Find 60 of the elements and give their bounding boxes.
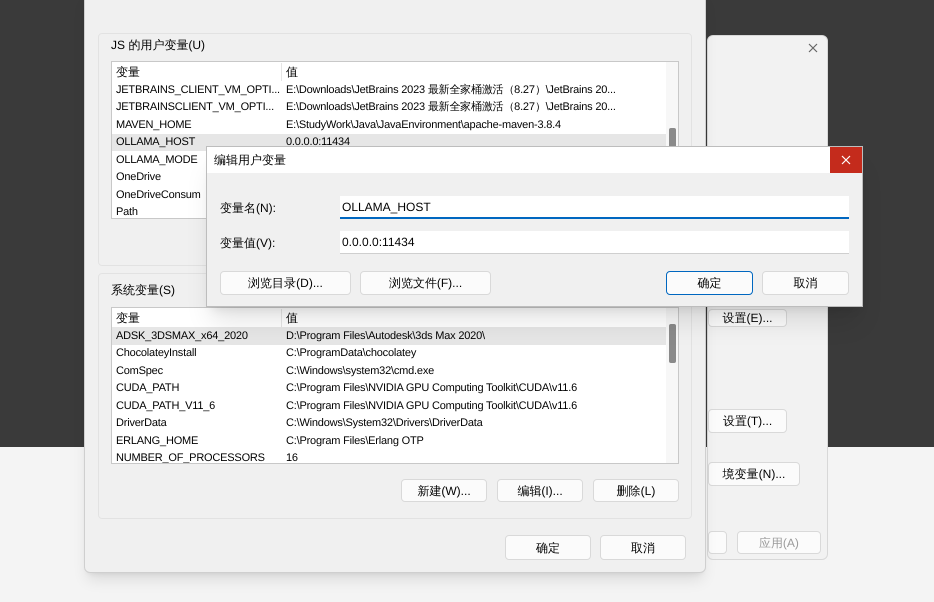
button[interactable]: 确定 [666, 271, 753, 295]
button[interactable]: 取消 [600, 535, 686, 560]
group-label: JS 的用户变量(U) [111, 37, 205, 53]
button[interactable]: 取消 [762, 271, 849, 295]
list-row[interactable]: JETBRAINS_CLIENT_VM_OPTI... E:\Downloads\JetBrains 2023 最新全家桶激活（8.27）\JetBrains 20... [112, 81, 666, 98]
variable-value: E:\Downloads\JetBrains 2023 最新全家桶激活（8.27）\JetBrains 20... [285, 100, 616, 114]
list-row[interactable]: ComSpec C:\Windows\system32\cmd.exe [112, 362, 666, 380]
variable-value: E:\Downloads\JetBrains 2023 最新全家桶激活（8.27）\JetBrains 20... [285, 82, 616, 97]
list-row[interactable]: ADSK_3DSMAX_x64_2020 D:\Program Files\Autodesk\3ds Max 2020\ [112, 327, 666, 344]
variable-value: E:\StudyWork\Java\JavaEnvironment\apache-maven-3.8.4 [285, 118, 561, 132]
input-field[interactable]: OLLAMA_HOST [340, 196, 849, 219]
variable-name: ADSK_3DSMAX_x64_2020 [116, 328, 248, 343]
column-header[interactable]: 变量 [112, 62, 282, 80]
close-button[interactable] [830, 147, 862, 173]
variable-value: C:\Windows\system32\cmd.exe [285, 364, 434, 378]
variable-name: DriverData [116, 416, 167, 430]
dialog-title: 编辑用户变量 [213, 152, 287, 169]
input-field[interactable]: 0.0.0.0:11434 [340, 231, 849, 254]
variable-name: OneDrive [116, 170, 161, 184]
variable-value: C:\Windows\System32\Drivers\DriverData [285, 416, 483, 430]
list-row[interactable]: ChocolateyInstall C:\ProgramData\chocolatey [112, 344, 666, 362]
button[interactable]: 设置(T)... [708, 409, 787, 433]
list-row[interactable]: DriverData C:\Windows\System32\Drivers\DriverData [112, 414, 666, 432]
variable-value: C:\Program Files\Erlang OTP [285, 434, 424, 448]
button[interactable]: 新建(W)... [401, 479, 487, 502]
list-row[interactable]: ERLANG_HOME C:\Program Files\Erlang OTP [112, 432, 666, 450]
variable-name: ChocolateyInstall [116, 346, 196, 360]
variable-value: 16 [285, 451, 298, 463]
column-header[interactable]: 值 [282, 62, 298, 80]
variable-value: C:\ProgramData\chocolatey [285, 346, 416, 360]
list-row[interactable]: JETBRAINSCLIENT_VM_OPTI... E:\Downloads\JetBrains 2023 最新全家桶激活（8.27）\JetBrains 20... [112, 98, 666, 116]
list-row[interactable]: CUDA_PATH C:\Program Files\NVIDIA GPU Computing Toolkit\CUDA\v11.6 [112, 380, 666, 397]
button[interactable]: 浏览文件(F)... [360, 271, 491, 295]
variable-name: MAVEN_HOME [116, 118, 192, 132]
list-row[interactable]: CUDA_PATH_V11_6 C:\Program Files\NVIDIA GPU Computing Toolkit\CUDA\v11.6 [112, 397, 666, 414]
variable-name: CUDA_PATH_V11_6 [116, 398, 216, 413]
group-label: 系统变量(S) [111, 282, 175, 298]
field-label: 变量值(V): [220, 234, 276, 252]
variable-name: JETBRAINS_CLIENT_VM_OPTI... [116, 82, 280, 97]
variable-name: ComSpec [116, 364, 163, 378]
variable-value: D:\Program Files\Autodesk\3ds Max 2020\ [285, 328, 485, 343]
variable-name: OneDriveConsum [116, 188, 201, 202]
variable-value: C:\Program Files\NVIDIA GPU Computing Toolkit\CUDA\v11.6 [285, 381, 577, 396]
button[interactable]: 设置(E)... [708, 309, 787, 327]
button[interactable]: 浏览目录(D)... [220, 271, 351, 295]
column-header[interactable]: 值 [282, 308, 298, 326]
field-label: 变量名(N): [220, 200, 277, 216]
scrollbar-thumb[interactable] [668, 324, 676, 363]
close-icon[interactable] [808, 43, 818, 53]
variable-name: OLLAMA_HOST [116, 135, 196, 150]
variable-value: C:\Program Files\NVIDIA GPU Computing Toolkit\CUDA\v11.6 [285, 398, 577, 413]
variable-value: 0.0.0.0:11434 [285, 135, 350, 150]
variable-name: JETBRAINSCLIENT_VM_OPTI... [116, 100, 274, 114]
button[interactable]: 编辑(I)... [497, 479, 583, 502]
button[interactable]: 删除(L) [593, 479, 679, 502]
list-row[interactable]: MAVEN_HOME E:\StudyWork\Java\JavaEnvironment\apache-maven-3.8.4 [112, 116, 666, 134]
button[interactable]: 境变量(N)... [708, 462, 800, 486]
variable-name: CUDA_PATH [116, 381, 180, 396]
button[interactable]: 确定 [505, 535, 591, 560]
variable-name: ERLANG_HOME [116, 434, 198, 448]
